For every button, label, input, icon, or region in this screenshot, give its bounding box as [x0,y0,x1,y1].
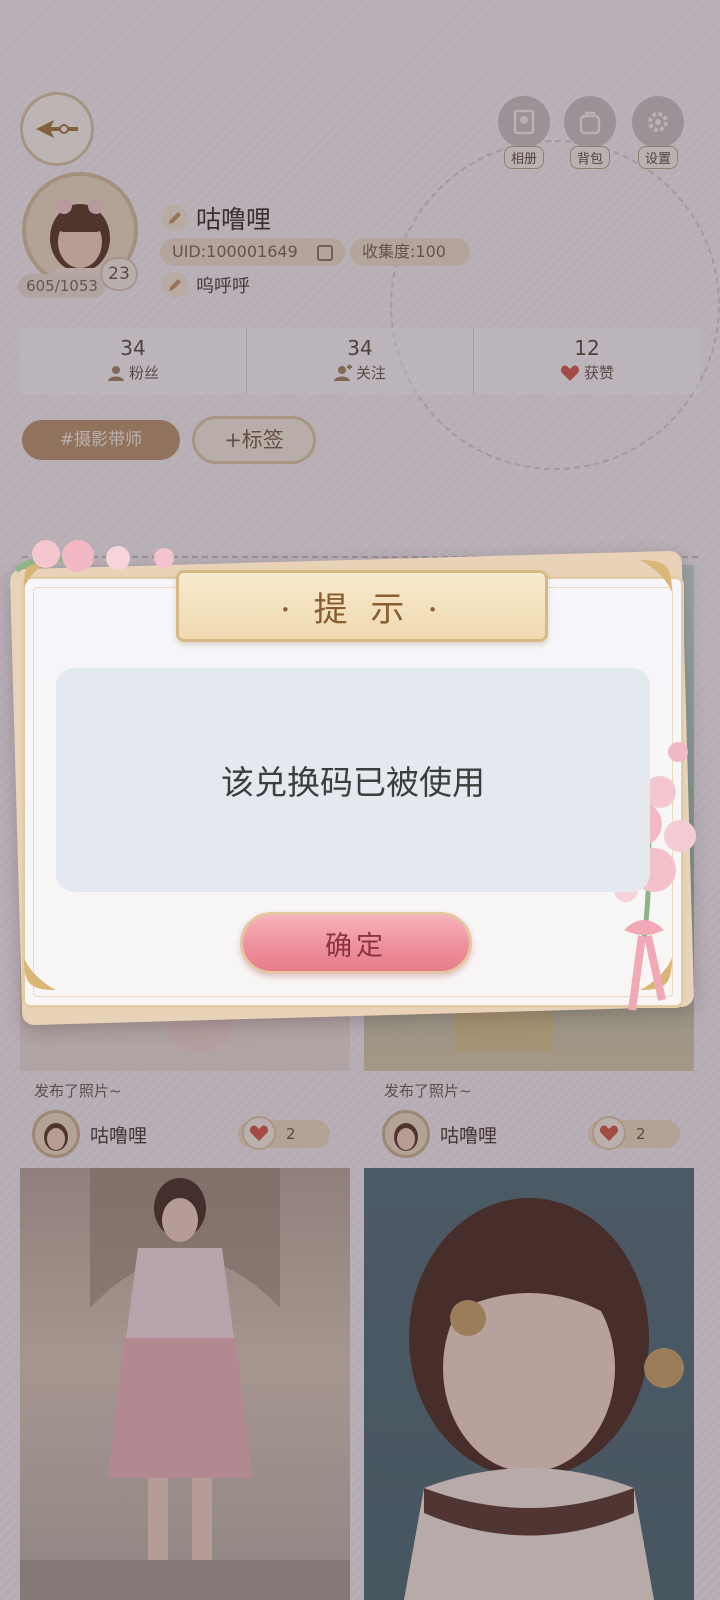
confirm-button[interactable]: 确定 [240,912,472,974]
confirm-label: 确定 [325,930,387,962]
dialog-message-box: 该兑换码已被使用 [56,668,650,892]
corner-ornament-icon [24,958,56,990]
dialog-title: · 提 示 · [279,589,445,630]
corner-ornament-icon [640,560,672,592]
flower-decoration-icon [14,540,174,573]
dialog-title-banner: · 提 示 · [176,570,548,642]
dialog-message: 该兑换码已被使用 [221,763,485,802]
